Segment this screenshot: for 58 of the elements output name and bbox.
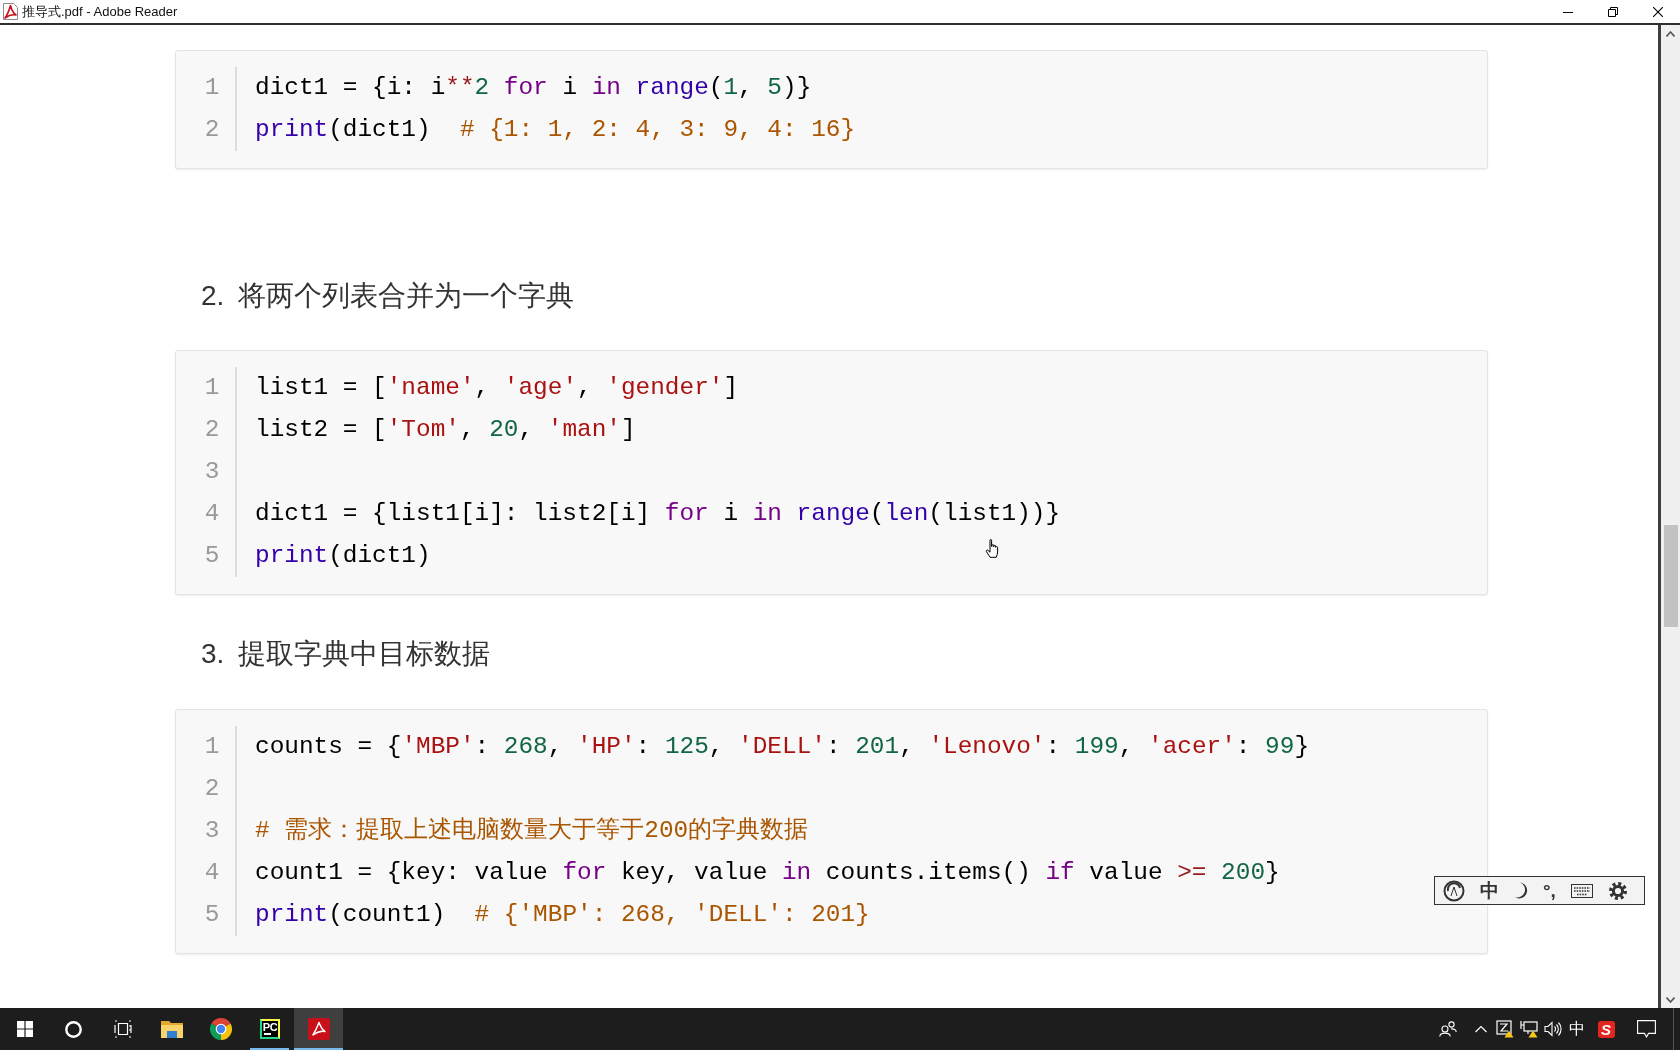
keyboard-icon — [1570, 883, 1593, 898]
code-line: print(dict1) # {1: 1, 2: 4, 3: 9, 4: 16} — [255, 115, 856, 145]
restore-icon — [1607, 6, 1618, 17]
code-line: print(count1) # {'MBP': 268, 'DELL': 201} — [255, 900, 870, 930]
code-line: print(dict1) — [255, 541, 431, 571]
caret-up-icon — [1666, 30, 1675, 37]
line-number: 1 — [204, 373, 220, 403]
task-view-icon — [113, 1020, 132, 1038]
line-number: 1 — [204, 732, 220, 762]
code-line: # 需求：提取上述电脑数量大于等于200的字典数据 — [255, 815, 809, 846]
scrollbar[interactable] — [1661, 25, 1680, 1008]
caret-down-icon — [1666, 996, 1675, 1003]
line-number: 3 — [204, 816, 220, 846]
line-number: 2 — [204, 415, 220, 445]
code-line: dict1 = {i: i**2 for i in range(1, 5)} — [255, 73, 812, 103]
notification-icon — [1636, 1020, 1656, 1038]
input-method-button[interactable]: S — [1592, 1008, 1620, 1050]
punctuation-toggle[interactable]: °, — [1543, 879, 1556, 902]
window-title: 推导式.pdf - Adobe Reader — [22, 2, 178, 21]
pdf-file-icon — [3, 3, 18, 20]
volume-icon — [1544, 1021, 1562, 1037]
code-line: counts = {'MBP': 268, 'HP': 125, 'DELL': 201, 'Lenovo': 199, 'acer': 99} — [255, 732, 1310, 762]
hand-cursor-icon — [985, 539, 1000, 558]
ime-logo-icon — [1443, 879, 1465, 902]
taskbar-app-button[interactable] — [294, 1008, 343, 1050]
line-number: 1 — [204, 73, 220, 103]
line-number: 4 — [204, 858, 220, 888]
settings-icon — [1607, 880, 1628, 901]
heading-text: 将两个列表合并为一个字典 — [238, 279, 575, 313]
moon-icon — [1514, 882, 1528, 899]
close-icon — [1652, 6, 1663, 17]
line-number: 5 — [204, 541, 220, 571]
line-number: 3 — [204, 457, 220, 487]
code-line: list1 = ['name', 'age', 'gender'] — [255, 373, 739, 403]
line-number: 2 — [204, 774, 220, 804]
line-number: 5 — [204, 900, 220, 930]
chevron-up-icon — [1475, 1025, 1487, 1033]
browser-icon — [208, 1017, 233, 1041]
scrollbar-thumb[interactable] — [1663, 525, 1678, 627]
app-warning-icon — [1496, 1020, 1514, 1038]
list-number: 3. — [201, 637, 225, 671]
input-method-logo: S — [1597, 1020, 1615, 1038]
pdf-reader-icon — [307, 1018, 330, 1040]
network-warning-icon — [1520, 1020, 1538, 1038]
folder-icon — [159, 1019, 184, 1039]
line-number: 4 — [204, 499, 220, 529]
people-icon — [1439, 1021, 1457, 1037]
list-number: 2. — [201, 279, 225, 313]
circle-icon — [65, 1020, 82, 1038]
code-line: count1 = {key: value for key, value in counts.items() if value >= 200} — [255, 858, 1280, 888]
input-mode-toggle[interactable]: 中 — [1480, 877, 1499, 904]
heading-text: 提取字典中目标数据 — [238, 637, 491, 671]
ide-logo: PC — [259, 1019, 280, 1039]
code-line: list2 = ['Tom', 20, 'man'] — [255, 415, 636, 445]
input-language-indicator[interactable]: 中 — [1565, 1008, 1589, 1050]
windows-logo-icon — [16, 1021, 33, 1037]
code-line: dict1 = {list1[i]: list2[i] for i in range(len(list1))} — [255, 499, 1061, 529]
line-number: 2 — [204, 115, 220, 145]
